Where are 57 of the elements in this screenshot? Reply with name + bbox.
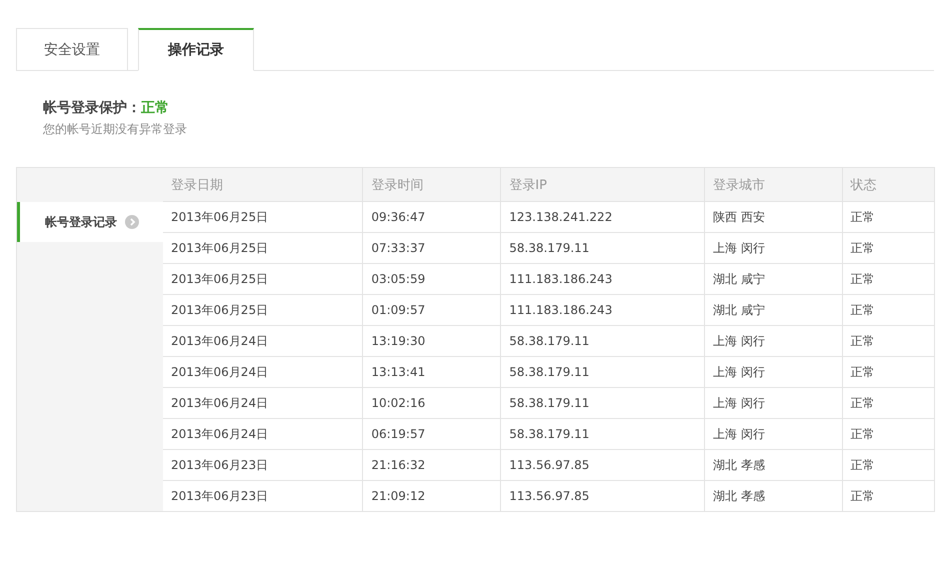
- table-cell: 03:05:59: [362, 264, 501, 294]
- table-cell: 111.183.186.243: [500, 264, 705, 294]
- table-cell: 10:02:16: [362, 388, 501, 418]
- table-cell: 13:19:30: [362, 326, 501, 356]
- table-cell: 111.183.186.243: [500, 294, 705, 326]
- table-cell: 13:13:41: [362, 356, 501, 388]
- table-cell: 正常: [842, 264, 934, 294]
- table-cell: 113.56.97.85: [500, 450, 705, 480]
- table-cell: 2013年06月25日: [163, 202, 363, 232]
- column-header: 登录IP: [500, 168, 705, 202]
- table-cell: 2013年06月23日: [163, 450, 363, 480]
- table-cell: 正常: [842, 450, 934, 480]
- table-cell: 正常: [842, 294, 934, 326]
- table-cell: 01:09:57: [362, 294, 501, 326]
- table-cell: 正常: [842, 356, 934, 388]
- table-cell: 58.38.179.11: [500, 326, 705, 356]
- table-cell: 2013年06月25日: [163, 294, 363, 326]
- sidebar-item[interactable]: 帐号登录记录: [17, 202, 163, 242]
- table-cell: 上海 闵行: [704, 356, 842, 388]
- table-cell: 2013年06月25日: [163, 232, 363, 264]
- table-cell: 上海 闵行: [704, 232, 842, 264]
- table-cell: 21:16:32: [362, 450, 501, 480]
- table-cell: 09:36:47: [362, 202, 501, 232]
- table-cell: 湖北 咸宁: [704, 264, 842, 294]
- table-cell: 上海 闵行: [704, 418, 842, 450]
- column-header: 状态: [842, 168, 934, 202]
- table-cell: 正常: [842, 232, 934, 264]
- table-cell: 2013年06月24日: [163, 326, 363, 356]
- table-cell: 2013年06月24日: [163, 418, 363, 450]
- table-cell: 06:19:57: [362, 418, 501, 450]
- table-cell: 上海 闵行: [704, 388, 842, 418]
- table-cell: 123.138.241.222: [500, 202, 705, 232]
- table-cell: 2013年06月24日: [163, 356, 363, 388]
- table-cell: 上海 闵行: [704, 326, 842, 356]
- table-cell: 正常: [842, 202, 934, 232]
- tab[interactable]: 操作记录: [138, 28, 254, 71]
- table-cell: 正常: [842, 418, 934, 450]
- column-header: 登录城市: [704, 168, 842, 202]
- table-cell: 湖北 咸宁: [704, 294, 842, 326]
- table-cell: 58.38.179.11: [500, 388, 705, 418]
- table-cell: 58.38.179.11: [500, 232, 705, 264]
- tab[interactable]: 安全设置: [16, 28, 128, 71]
- protection-note: 您的帐号近期没有异常登录: [43, 121, 188, 138]
- column-header: 登录时间: [362, 168, 501, 202]
- table-cell: 58.38.179.11: [500, 418, 705, 450]
- table-cell: 湖北 孝感: [704, 450, 842, 480]
- column-header: 登录日期: [163, 168, 363, 202]
- table-cell: 2013年06月24日: [163, 388, 363, 418]
- table-cell: 58.38.179.11: [500, 356, 705, 388]
- table-cell: 陕西 西安: [704, 202, 842, 232]
- table-cell: 2013年06月25日: [163, 264, 363, 294]
- chevron-icon: [125, 215, 139, 229]
- table-cell: 正常: [842, 388, 934, 418]
- table-cell: 07:33:37: [362, 232, 501, 264]
- table-cell: 正常: [842, 326, 934, 356]
- table-cell: 2013年06月23日: [163, 480, 363, 511]
- protection-status: 帐号登录保护：正常: [43, 99, 170, 117]
